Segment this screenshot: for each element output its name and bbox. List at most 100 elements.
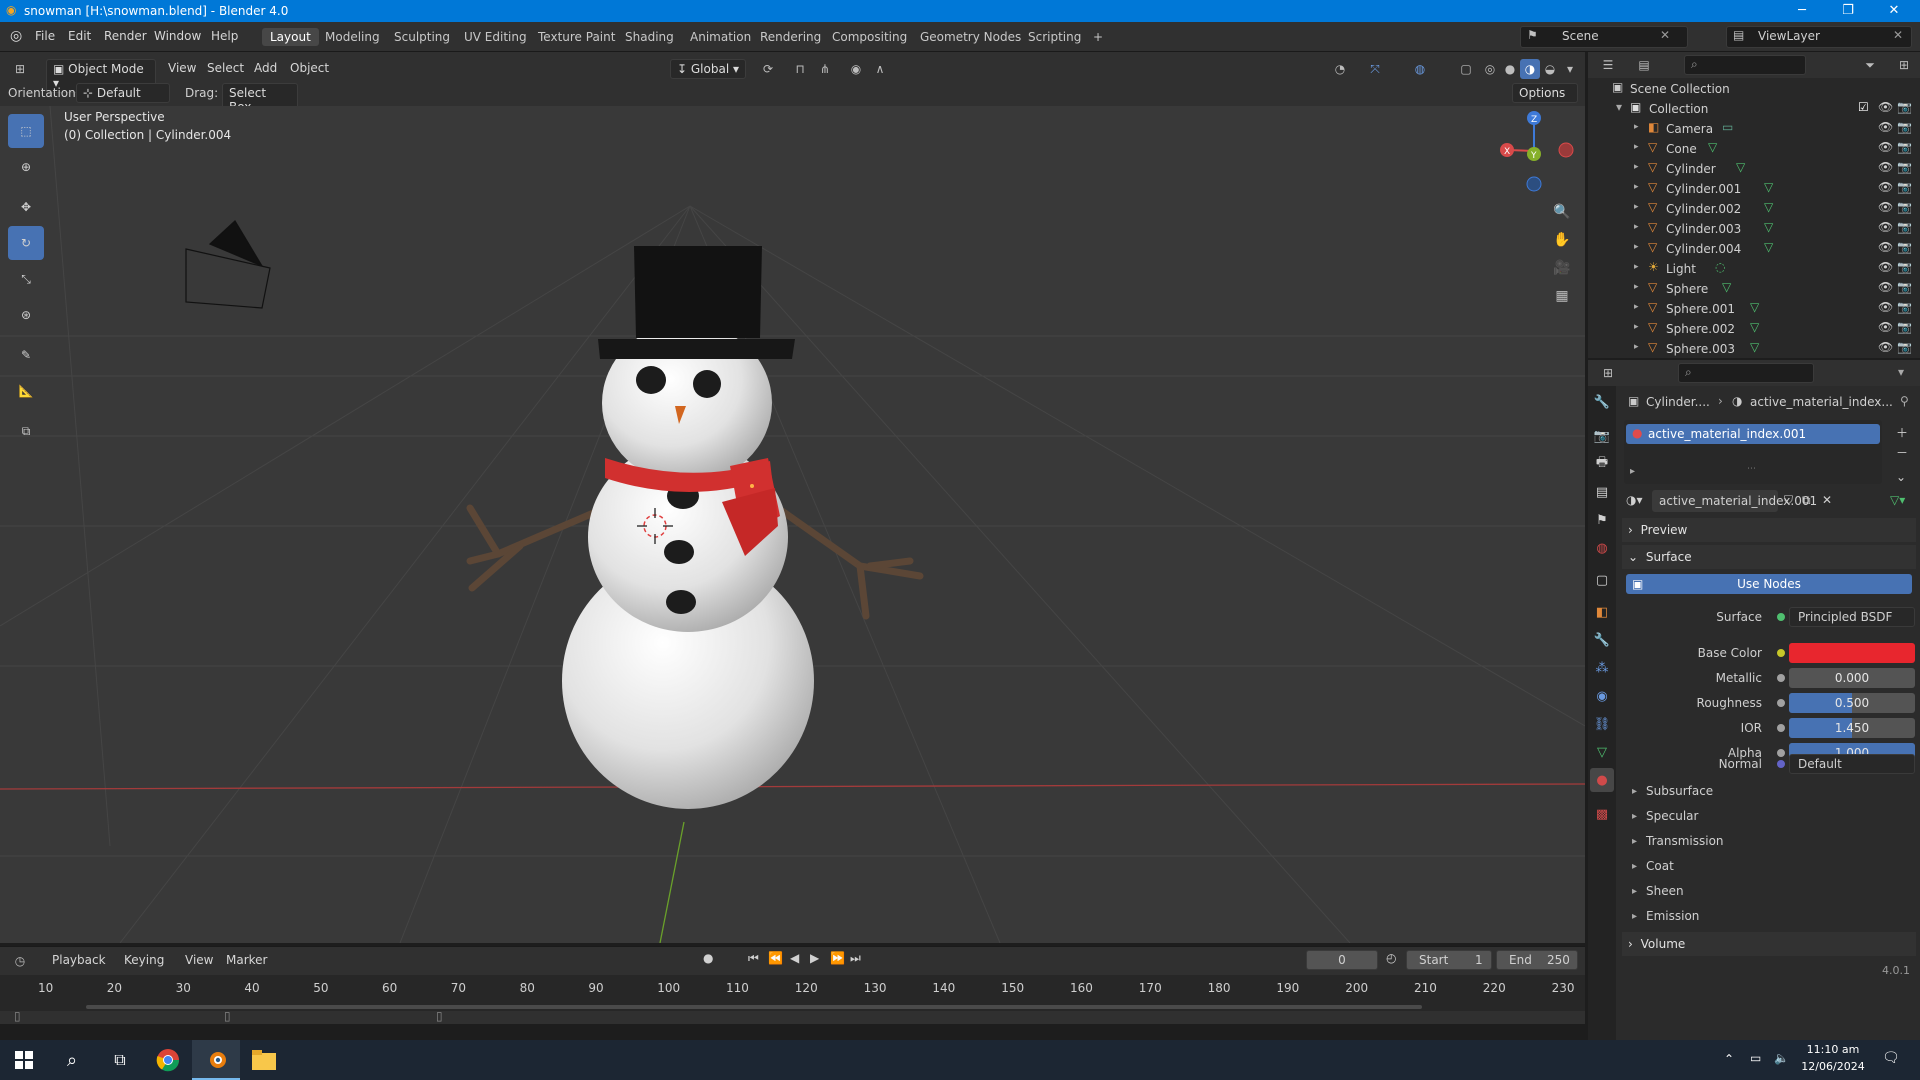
zoom-icon[interactable]: 🔍 [1552, 202, 1572, 222]
render-tab-icon[interactable]: 📷 [1590, 424, 1614, 448]
outliner-row-scene-collection[interactable]: ▣ Scene Collection [1588, 78, 1920, 98]
timeline-scrollbar[interactable] [86, 1005, 1422, 1009]
transform-tool-icon[interactable]: ⊛ [8, 298, 44, 332]
outliner-item-row[interactable]: ▸ ▽ Cylinder ▽ 👁 📷 [1588, 158, 1920, 178]
surface-shader-dropdown[interactable]: Principled BSDF [1789, 607, 1915, 627]
use-nodes-button[interactable]: ▣ Use Nodes [1626, 574, 1912, 594]
taskbar-search-icon[interactable]: ⌕ [48, 1040, 96, 1080]
visibility-eye-icon[interactable]: 👁 [1878, 320, 1893, 334]
render-camera-icon[interactable]: 📷 [1897, 320, 1912, 334]
add-workspace-button[interactable]: + [1085, 28, 1111, 46]
exclude-checkbox[interactable]: ☑ [1858, 100, 1869, 114]
timeline-menu-marker[interactable]: Marker [226, 953, 267, 967]
camera-object[interactable] [185, 220, 271, 309]
pan-hand-icon[interactable]: ✋ [1552, 230, 1572, 250]
menu-render[interactable]: Render [104, 29, 147, 43]
snowman-top-hat[interactable] [598, 246, 795, 359]
slot-specials-icon[interactable]: ⌄ [1896, 470, 1906, 484]
expand-arrow-icon[interactable]: ▸ [1634, 142, 1639, 152]
falloff-icon[interactable]: ∧ [870, 59, 890, 79]
slot-expand-icon[interactable]: ▸ [1630, 466, 1635, 477]
gizmo-icon[interactable]: ⤧ [1365, 59, 1385, 79]
visibility-eye-icon[interactable]: 👁 [1878, 200, 1893, 214]
breadcrumb-material[interactable]: active_material_index... [1750, 395, 1893, 409]
render-camera-icon[interactable]: 📷 [1897, 300, 1912, 314]
ior-slider[interactable]: 1.450 [1789, 718, 1915, 738]
menu-select[interactable]: Select [207, 61, 244, 75]
timeline-menu-playback[interactable]: Playback [52, 953, 106, 967]
scene-close-icon[interactable]: ✕ [1660, 28, 1670, 42]
object-tab-icon[interactable]: ◧ [1590, 600, 1614, 624]
visibility-eye-icon[interactable]: 👁 [1878, 180, 1893, 194]
collection-tab-icon[interactable]: ▢ [1590, 568, 1614, 592]
menu-window[interactable]: Window [154, 29, 201, 43]
perspective-toggle-icon[interactable]: ▦ [1552, 286, 1572, 306]
outliner-item-row[interactable]: ▸ ▽ Cone ▽ 👁 📷 [1588, 138, 1920, 158]
snap-target-icon[interactable]: ⋔ [815, 59, 835, 79]
render-camera-icon[interactable]: 📷 [1897, 220, 1912, 234]
menu-object[interactable]: Object [290, 61, 329, 75]
annotate-tool-icon[interactable]: ✎ [8, 338, 44, 372]
material-tab-icon[interactable]: ● [1590, 768, 1614, 792]
expand-chevron-icon[interactable]: ▾ [1616, 100, 1622, 114]
expand-arrow-icon[interactable]: ▸ [1634, 302, 1639, 312]
camera-view-icon[interactable]: 🎥 [1552, 258, 1572, 278]
prev-keyframe-icon[interactable]: ⏪ [768, 951, 783, 965]
tab-modeling[interactable]: Modeling [317, 28, 388, 46]
subpanel-transmission[interactable]: ▸ Transmission [1620, 829, 1914, 854]
snowman-right-eye[interactable] [693, 370, 721, 398]
render-camera-icon[interactable]: 📷 [1897, 160, 1912, 174]
pin-icon[interactable]: ⚲ [1900, 394, 1909, 408]
tool-tab-icon[interactable]: 🔧 [1590, 390, 1614, 414]
browse-material-icon[interactable]: ◑▾ [1626, 493, 1643, 507]
subpanel-subsurface[interactable]: ▸ Subsurface [1620, 779, 1914, 804]
clock-time[interactable]: 11:10 am [1798, 1043, 1868, 1056]
tab-shading[interactable]: Shading [617, 28, 682, 46]
volume-icon[interactable]: 🔈 [1774, 1051, 1789, 1065]
visibility-eye-icon[interactable]: 👁 [1878, 260, 1893, 274]
tab-scripting[interactable]: Scripting [1020, 28, 1089, 46]
record-icon[interactable]: ● [703, 951, 713, 965]
physics-tab-icon[interactable]: ◉ [1590, 684, 1614, 708]
visibility-eye-icon[interactable]: 👁 [1878, 340, 1893, 354]
cursor-tool-icon[interactable]: ⊕ [8, 150, 44, 184]
end-frame-field[interactable]: End 250 [1496, 950, 1578, 970]
particles-tab-icon[interactable]: ⁂ [1590, 656, 1614, 680]
close-window-button[interactable]: ✕ [1872, 0, 1916, 22]
outliner-item-row[interactable]: ▸ ▽ Sphere.001 ▽ 👁 📷 [1588, 298, 1920, 318]
minimize-button[interactable]: ─ [1780, 0, 1824, 22]
volume-panel-header[interactable]: › Volume [1622, 932, 1916, 956]
properties-editor-type-icon[interactable]: ⊞ [1598, 363, 1618, 383]
expand-arrow-icon[interactable]: ▸ [1634, 222, 1639, 232]
link-mode-icon[interactable]: ▽▾ [1890, 493, 1905, 507]
add-slot-icon[interactable]: ＋ [1896, 424, 1908, 441]
tab-uv-editing[interactable]: UV Editing [456, 28, 535, 46]
navigation-gizmo[interactable]: Z X Y [1486, 106, 1576, 196]
slot-resize-handle[interactable]: ⋯ [1747, 464, 1756, 474]
orientation-dropdown[interactable]: ⊹ Default [76, 83, 170, 103]
expand-arrow-icon[interactable]: ▸ [1634, 282, 1639, 292]
visibility-eye-icon[interactable]: 👁 [1878, 100, 1893, 114]
expand-arrow-icon[interactable]: ▸ [1634, 342, 1639, 352]
world-tab-icon[interactable]: ◍ [1590, 536, 1614, 560]
subpanel-emission[interactable]: ▸ Emission [1620, 904, 1914, 929]
outliner-row-collection[interactable]: ▾ ▣ Collection ☑ 👁 📷 [1588, 98, 1920, 118]
next-keyframe-icon[interactable]: ⏩ [830, 951, 845, 965]
render-camera-icon[interactable]: 📷 [1897, 100, 1912, 114]
render-camera-icon[interactable]: 📷 [1897, 260, 1912, 274]
tab-animation[interactable]: Animation [682, 28, 759, 46]
outliner-item-row[interactable]: ▸ ▽ Sphere.003 ▽ 👁 📷 [1588, 338, 1920, 358]
metallic-slider[interactable]: 0.000 [1789, 668, 1915, 688]
view-layer-tab-icon[interactable]: ▤ [1590, 480, 1614, 504]
breadcrumb-object[interactable]: Cylinder.... [1646, 395, 1710, 409]
roughness-slider[interactable]: 0.500 [1789, 693, 1915, 713]
jump-start-icon[interactable]: ⏮ [748, 951, 759, 966]
constraints-tab-icon[interactable]: ⛓ [1590, 712, 1614, 736]
shading-options-icon[interactable]: ▾ [1560, 59, 1580, 79]
outliner-item-row[interactable]: ▸ ▽ Cylinder.002 ▽ 👁 📷 [1588, 198, 1920, 218]
timeline-menu-keying[interactable]: Keying [124, 953, 164, 967]
blender-app-icon[interactable] [192, 1040, 240, 1080]
visibility-eye-icon[interactable]: 👁 [1878, 220, 1893, 234]
play-reverse-icon[interactable]: ◀ [790, 951, 799, 965]
wireframe-shading-icon[interactable]: ◎ [1480, 59, 1500, 79]
